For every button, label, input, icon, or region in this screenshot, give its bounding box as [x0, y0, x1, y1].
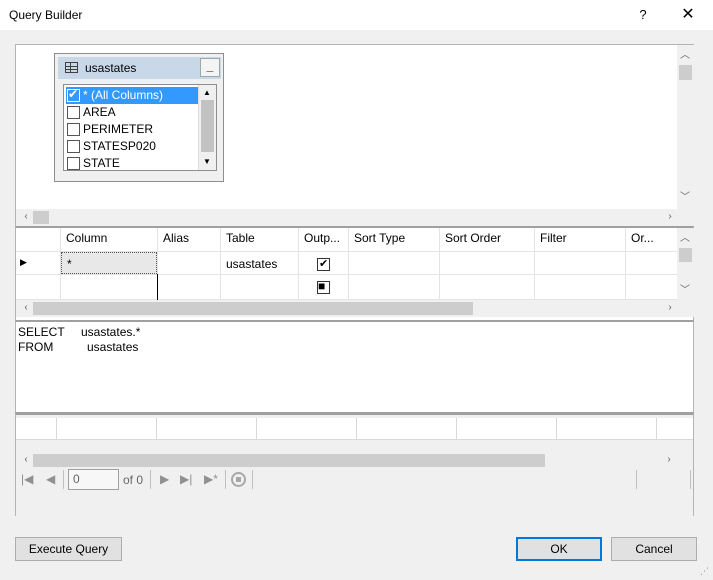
column-list-scrollbar[interactable]: ▲ ▼ [198, 85, 216, 170]
table-widget[interactable]: usastates _ ✔ * (All Columns) AREA PERIM… [54, 53, 224, 182]
title-bar: Query Builder ? ✕ [0, 0, 713, 30]
indeterminate-icon: ■ [318, 279, 326, 293]
scroll-left-icon[interactable]: ‹ [18, 301, 34, 315]
window-title: Query Builder [9, 8, 83, 22]
scroll-right-icon[interactable]: › [662, 301, 678, 315]
scroll-up-icon[interactable]: ︿ [677, 49, 693, 63]
diagram-vertical-scrollbar[interactable]: ︿ ﹀ [677, 45, 694, 209]
minimize-button[interactable]: _ [200, 58, 220, 77]
column-item-area[interactable]: AREA [66, 104, 198, 121]
sql-select-line[interactable]: SELECT usastates.* [18, 325, 140, 339]
column-checkbox[interactable] [67, 106, 80, 119]
column-checkbox[interactable] [67, 157, 80, 170]
scroll-left-icon[interactable]: ‹ [18, 453, 34, 467]
scroll-up-icon[interactable]: ︿ [677, 232, 693, 246]
column-label: STATESP020 [83, 139, 156, 153]
new-row-output-checkbox[interactable]: ■ [317, 279, 330, 294]
scroll-right-icon[interactable]: › [661, 453, 677, 467]
column-item-state[interactable]: STATE [66, 155, 198, 170]
scroll-down-icon[interactable]: ﹀ [677, 191, 693, 205]
grid-header-table[interactable]: Table [226, 231, 255, 251]
grid-header-output[interactable]: Outp... [304, 231, 340, 251]
table-name: usastates [85, 61, 137, 75]
grid-header-alias[interactable]: Alias [163, 231, 189, 251]
diagram-horizontal-scrollbar[interactable]: ‹ › [16, 209, 694, 226]
grid-header-column[interactable]: Column [66, 231, 107, 251]
previous-record-icon[interactable]: ◀ [46, 472, 55, 486]
results-horizontal-scrollbar[interactable]: ‹ › [16, 452, 693, 469]
diagram-pane[interactable]: usastates _ ✔ * (All Columns) AREA PERIM… [15, 44, 694, 226]
checkmark-icon: ✔ [319, 258, 329, 270]
column-label: * (All Columns) [83, 88, 164, 102]
sql-pane[interactable]: SELECT usastates.* FROM usastates [15, 320, 694, 412]
column-item-all[interactable]: ✔ * (All Columns) [66, 87, 198, 104]
row-pointer-icon: ▶ [20, 257, 27, 267]
output-checkbox[interactable]: ✔ [317, 258, 330, 271]
column-item-perimeter[interactable]: PERIMETER [66, 121, 198, 138]
scroll-left-icon[interactable]: ‹ [18, 210, 34, 224]
scroll-thumb[interactable] [679, 65, 692, 80]
cancel-button[interactable]: Cancel [611, 537, 697, 561]
column-label: AREA [83, 105, 116, 119]
column-label: PERIMETER [83, 122, 154, 136]
grid-cell-table[interactable]: usastates [226, 257, 277, 271]
help-button[interactable]: ? [628, 2, 658, 28]
results-pane[interactable]: ‹ › [15, 412, 694, 516]
criteria-grid[interactable]: Column Alias Table Outp... Sort Type Sor… [15, 226, 694, 320]
resize-grip-icon[interactable]: ⋰ [700, 566, 709, 577]
scroll-thumb[interactable] [201, 100, 214, 152]
execute-query-button[interactable]: Execute Query [15, 537, 122, 561]
column-checkbox[interactable]: ✔ [67, 87, 80, 102]
grid-header-sort-order[interactable]: Sort Order [445, 231, 501, 251]
column-label: STATE [83, 156, 120, 170]
grid-header-sort-type[interactable]: Sort Type [354, 231, 405, 251]
sql-keyword: FROM [18, 340, 54, 354]
column-checkbox[interactable] [67, 140, 80, 153]
scroll-thumb[interactable] [33, 211, 49, 224]
new-record-icon[interactable]: ▶* [204, 472, 218, 486]
grid-vertical-scrollbar[interactable]: ︿ ﹀ [677, 228, 694, 300]
sql-value: usastates [87, 340, 139, 354]
close-icon: ✕ [681, 6, 695, 23]
last-record-icon[interactable]: ▶| [180, 472, 192, 486]
ok-button[interactable]: OK [516, 537, 602, 561]
grid-header-or[interactable]: Or... [631, 231, 654, 251]
close-button[interactable]: ✕ [672, 2, 704, 28]
scroll-up-icon[interactable]: ▲ [199, 86, 215, 100]
grid-horizontal-scrollbar[interactable]: ‹ › [16, 300, 694, 317]
record-position-input[interactable]: 0 [68, 469, 119, 490]
table-icon [65, 62, 78, 73]
first-record-icon[interactable]: |◀ [21, 472, 33, 486]
next-record-icon[interactable]: ▶ [160, 472, 169, 486]
sql-from-line[interactable]: FROM usastates [18, 340, 138, 354]
sql-keyword: SELECT [18, 325, 65, 339]
scroll-down-icon[interactable]: ﹀ [677, 284, 693, 298]
column-list[interactable]: ✔ * (All Columns) AREA PERIMETER STATESP… [63, 84, 217, 171]
checkmark-icon: ✔ [68, 87, 79, 101]
scroll-thumb[interactable] [33, 302, 473, 315]
scroll-thumb[interactable] [679, 248, 692, 262]
stop-icon[interactable] [231, 472, 246, 487]
table-row[interactable]: * [61, 252, 157, 274]
column-item-statesp020[interactable]: STATESP020 [66, 138, 198, 155]
column-checkbox[interactable] [67, 123, 80, 136]
sql-value: usastates.* [81, 325, 141, 339]
grid-header-filter[interactable]: Filter [540, 231, 567, 251]
scroll-down-icon[interactable]: ▼ [199, 155, 215, 169]
record-count-label: of 0 [123, 473, 144, 487]
grid-cell-column[interactable]: * [67, 257, 72, 271]
results-grid[interactable] [16, 418, 693, 440]
table-widget-header[interactable]: usastates _ [58, 57, 221, 79]
scroll-thumb[interactable] [33, 454, 545, 467]
scroll-right-icon[interactable]: › [662, 210, 678, 224]
